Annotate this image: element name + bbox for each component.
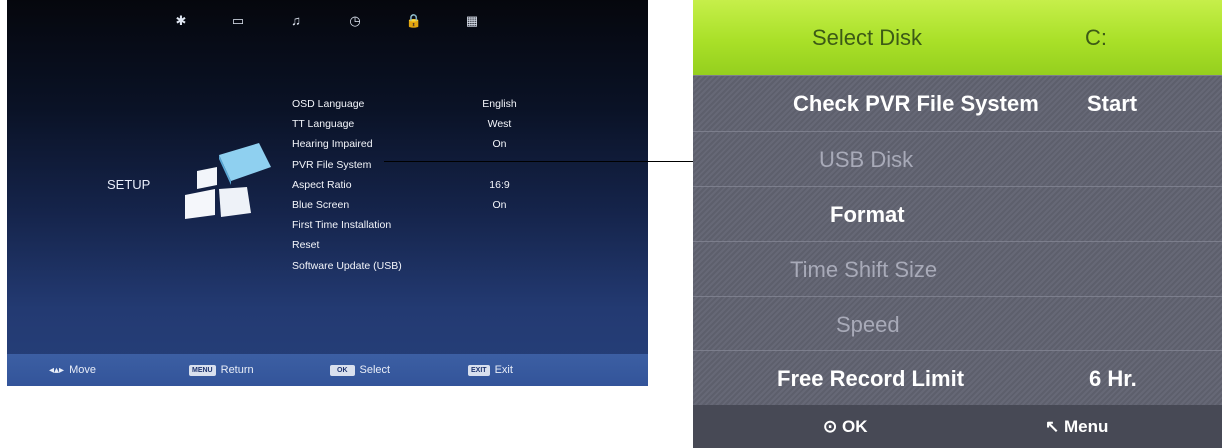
- exit-key-icon: EXIT: [468, 364, 490, 376]
- pvr-row-select-disk[interactable]: Select Disk C:: [693, 0, 1222, 75]
- hint-exit: EXIT Exit: [468, 354, 513, 386]
- clock-icon[interactable]: ◷: [346, 12, 364, 30]
- pvr-row-value: 6 Hr.: [1089, 366, 1137, 391]
- settings-gear-icon[interactable]: ✱: [172, 12, 190, 30]
- menu-return-arrow-icon: ↖: [1045, 417, 1060, 436]
- pvr-row-label: Speed: [836, 312, 900, 337]
- menu-item-label: PVR File System: [292, 158, 372, 171]
- menu-item-aspect-ratio[interactable]: Aspect Ratio 16:9: [292, 175, 542, 195]
- menu-item-label: OSD Language: [292, 98, 365, 110]
- menu-item-osd-language[interactable]: OSD Language English: [292, 94, 542, 114]
- menu-item-hearing-impaired[interactable]: Hearing Impaired On: [292, 134, 542, 154]
- hint-ok: ⊙ OK: [823, 405, 867, 448]
- hint-ok-label: OK: [841, 417, 868, 436]
- menu-item-value: On: [492, 198, 507, 211]
- pvr-row-check-file-system[interactable]: Check PVR File System Start: [693, 75, 1222, 131]
- tv-setup-screen: ✱ ▭ ♫ ◷ 🔒 ▦ SETUP OSD Language English T…: [7, 0, 648, 386]
- menu-item-label: Blue Screen: [292, 198, 350, 211]
- menu-item-label: Hearing Impaired: [292, 138, 373, 151]
- pvr-row-label: USB Disk: [819, 147, 914, 172]
- pvr-row-value: C:: [1085, 25, 1107, 50]
- tv-hint-bar: ◂▴▸ Move MENU Return OK Select EXIT Exit: [7, 354, 648, 386]
- hint-exit-label: Exit: [494, 364, 513, 376]
- menu-item-value: West: [487, 118, 512, 131]
- menu-item-label: First Time Installation: [292, 219, 392, 232]
- pvr-hint-bar: ⊙ OK ↖ Menu: [693, 405, 1222, 448]
- hint-menu-label: Menu: [1063, 417, 1109, 436]
- hint-return-label: Return: [220, 364, 254, 376]
- menu-item-label: Software Update (USB): [292, 259, 402, 272]
- menu-key-icon: MENU: [189, 364, 216, 376]
- pvr-file-system-panel: Select Disk C: Check PVR File System Sta…: [693, 0, 1222, 448]
- move-arrows-icon: ◂▴▸: [49, 365, 65, 376]
- hint-select: OK Select: [330, 354, 390, 386]
- pvr-row-value: Start: [1087, 91, 1138, 116]
- pvr-row-speed: Speed: [693, 296, 1222, 352]
- menu-item-first-time-installation[interactable]: First Time Installation: [292, 215, 542, 235]
- ok-circle-icon: ⊙: [823, 417, 838, 436]
- menu-item-label: Reset: [292, 239, 320, 252]
- ok-key-icon: OK: [330, 364, 355, 376]
- lock-icon[interactable]: 🔒: [405, 12, 423, 30]
- display-monitor-icon[interactable]: ▭: [229, 12, 247, 30]
- menu-item-pvr-file-system[interactable]: PVR File System: [292, 155, 542, 175]
- callout-connector-line: [384, 161, 693, 162]
- menu-item-reset[interactable]: Reset: [292, 235, 542, 255]
- pvr-row-label: Format: [830, 202, 905, 227]
- pvr-row-label: Check PVR File System: [793, 91, 1039, 116]
- menu-item-value: On: [492, 138, 507, 151]
- setup-menu-list: OSD Language English TT Language West He…: [292, 94, 542, 276]
- section-title-setup: SETUP: [107, 177, 151, 192]
- grid-app-icon[interactable]: ▦: [463, 12, 481, 30]
- menu-item-tt-language[interactable]: TT Language West: [292, 114, 542, 134]
- menu-item-label: TT Language: [292, 118, 355, 131]
- menu-item-software-update[interactable]: Software Update (USB): [292, 256, 542, 276]
- hint-menu: ↖ Menu: [1045, 405, 1108, 448]
- pvr-row-usb-disk: USB Disk: [693, 131, 1222, 187]
- music-note-icon[interactable]: ♫: [287, 12, 305, 30]
- setup-cube-icon: [185, 143, 271, 219]
- pvr-row-format[interactable]: Format: [693, 186, 1222, 242]
- pvr-row-time-shift-size: Time Shift Size: [693, 241, 1222, 297]
- menu-item-blue-screen[interactable]: Blue Screen On: [292, 195, 542, 215]
- hint-move-label: Move: [69, 364, 96, 376]
- hint-move: ◂▴▸ Move: [49, 354, 96, 386]
- menu-item-label: Aspect Ratio: [292, 178, 352, 191]
- category-icon-bar: ✱ ▭ ♫ ◷ 🔒 ▦: [7, 0, 648, 42]
- pvr-row-label: Time Shift Size: [790, 257, 938, 282]
- hint-select-label: Select: [359, 364, 391, 376]
- menu-item-value: 16:9: [489, 178, 510, 191]
- menu-item-value: English: [482, 98, 517, 110]
- hint-return: MENU Return: [189, 354, 254, 386]
- pvr-row-free-record-limit[interactable]: Free Record Limit 6 Hr.: [693, 350, 1222, 406]
- pvr-row-label: Free Record Limit: [777, 366, 965, 391]
- pvr-row-label: Select Disk: [812, 25, 923, 50]
